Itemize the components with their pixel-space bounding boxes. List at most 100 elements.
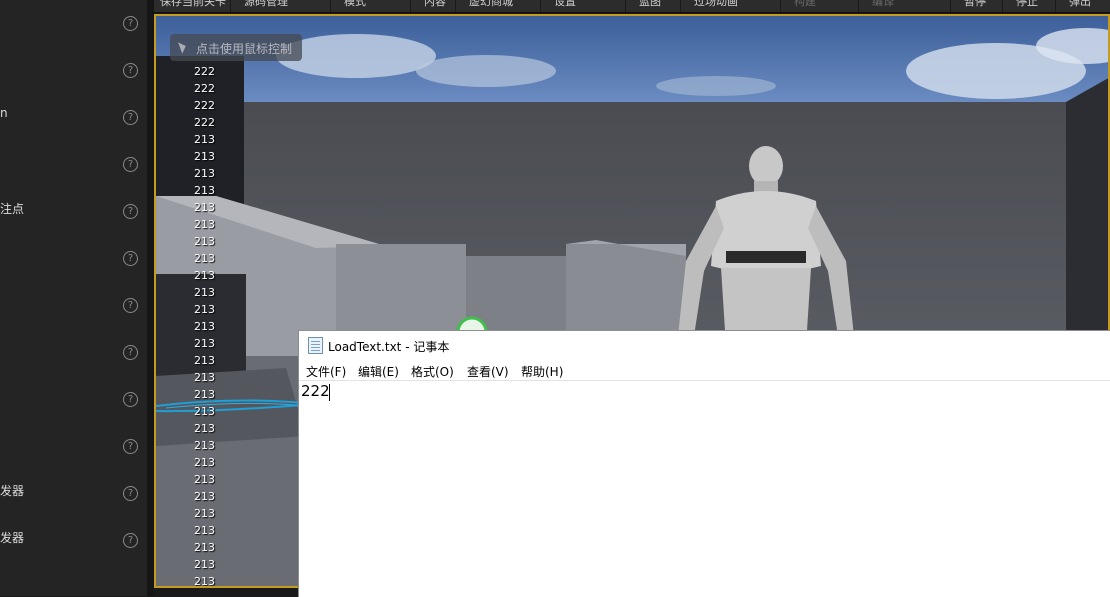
log-line: 213: [194, 507, 215, 520]
notepad-menubar: 文件(F) 编辑(E) 格式(O) 查看(V) 帮助(H): [299, 359, 1110, 381]
log-line: 213: [194, 473, 215, 486]
toolbar-button[interactable]: 蓝图: [639, 0, 661, 10]
log-line: 213: [194, 286, 215, 299]
log-line: 213: [194, 371, 215, 384]
log-line: 222: [194, 99, 215, 112]
help-icon[interactable]: ?: [123, 345, 138, 360]
toolbar-separator: [1002, 0, 1003, 12]
toolbar-separator: [330, 0, 331, 12]
log-line: 213: [194, 201, 215, 214]
help-icon[interactable]: ?: [123, 251, 138, 266]
help-icon[interactable]: ?: [123, 533, 138, 548]
toolbar-separator: [780, 0, 781, 12]
mouse-control-hint[interactable]: 点击使用鼠标控制: [170, 34, 302, 61]
log-line: 213: [194, 524, 215, 537]
details-row-label: n: [0, 106, 8, 120]
help-icon[interactable]: ?: [123, 298, 138, 313]
log-line: 213: [194, 133, 215, 146]
notepad-titlebar[interactable]: LoadText.txt - 记事本: [299, 331, 1110, 359]
details-row-label: 发器: [0, 531, 25, 545]
panel-splitter[interactable]: [147, 0, 154, 596]
menu-help[interactable]: 帮助(H): [521, 363, 563, 380]
help-icon[interactable]: ?: [123, 392, 138, 407]
log-line: 213: [194, 354, 215, 367]
toolbar-button[interactable]: 弹出: [1069, 0, 1091, 10]
menu-format[interactable]: 格式(O): [411, 363, 454, 380]
details-row[interactable]: ?: [0, 235, 147, 282]
log-line: 213: [194, 337, 215, 350]
menu-view[interactable]: 查看(V): [467, 363, 509, 380]
log-line: 213: [194, 405, 215, 418]
help-icon[interactable]: ?: [123, 63, 138, 78]
toolbar-button[interactable]: 源码管理: [244, 0, 288, 10]
log-line: 213: [194, 235, 215, 248]
help-icon[interactable]: ?: [123, 16, 138, 31]
log-line: 213: [194, 269, 215, 282]
log-line: 213: [194, 422, 215, 435]
log-line: 213: [194, 303, 215, 316]
details-row[interactable]: ?: [0, 47, 147, 94]
toolbar-separator: [410, 0, 411, 12]
log-line: 222: [194, 82, 215, 95]
log-line: 213: [194, 184, 215, 197]
details-row[interactable]: ?: [0, 329, 147, 376]
details-panel: ?? n?? 注点?????? 发器? 发器?: [0, 0, 148, 596]
notepad-title: LoadText.txt - 记事本: [328, 340, 450, 354]
help-icon[interactable]: ?: [123, 110, 138, 125]
toolbar-button[interactable]: 停止: [1016, 0, 1038, 10]
toolbar-button[interactable]: 保存当前关卡: [160, 0, 226, 10]
toolbar-separator: [540, 0, 541, 12]
log-line: 213: [194, 320, 215, 333]
log-line: 213: [194, 558, 215, 571]
log-line: 222: [194, 116, 215, 129]
details-row[interactable]: 注点?: [0, 188, 147, 235]
toolbar-separator: [680, 0, 681, 12]
help-icon[interactable]: ?: [123, 439, 138, 454]
menu-edit[interactable]: 编辑(E): [358, 363, 399, 380]
on-screen-log: 222 222 222 222 213 213 213 213 213 213 213 213 213 2…: [194, 63, 234, 588]
cloud: [416, 55, 556, 87]
toolbar-separator: [858, 0, 859, 12]
toolbar-button[interactable]: 设置: [554, 0, 576, 10]
toolbar-separator: [230, 0, 231, 12]
details-row[interactable]: ?: [0, 0, 147, 47]
toolbar-button[interactable]: 模式: [344, 0, 366, 10]
level-editor-toolbar: 保存当前关卡 源码管理 模式 内容 虚幻商城 设置 蓝图 过场动画 构建 编译 暂停 停止 弹出: [154, 0, 1110, 13]
details-row-label: 注点: [0, 202, 25, 216]
help-icon[interactable]: ?: [123, 157, 138, 172]
details-row[interactable]: 发器?: [0, 470, 147, 517]
log-line: 213: [194, 218, 215, 231]
help-icon[interactable]: ?: [123, 204, 138, 219]
log-line: 213: [194, 541, 215, 554]
notepad-window[interactable]: LoadText.txt - 记事本 文件(F) 编辑(E) 格式(O) 查看(…: [298, 330, 1110, 597]
toolbar-button[interactable]: 构建: [794, 0, 816, 10]
toolbar-separator: [455, 0, 456, 12]
notepad-text-area[interactable]: 222: [301, 382, 1107, 594]
toolbar-button[interactable]: 过场动画: [694, 0, 738, 10]
details-row[interactable]: ?: [0, 376, 147, 423]
log-line: 213: [194, 456, 215, 469]
log-line: 222: [194, 65, 215, 78]
log-line: 213: [194, 388, 215, 401]
details-row-label: 发器: [0, 484, 25, 498]
cursor-icon: [178, 40, 188, 54]
log-line: 213: [194, 150, 215, 163]
log-line: 213: [194, 252, 215, 265]
mouse-control-hint-text: 点击使用鼠标控制: [196, 42, 293, 56]
cloud: [656, 76, 776, 96]
details-row[interactable]: 发器?: [0, 517, 147, 564]
toolbar-separator: [1055, 0, 1056, 12]
toolbar-button[interactable]: 暂停: [964, 0, 986, 10]
details-row[interactable]: n?: [0, 94, 147, 141]
menu-file[interactable]: 文件(F): [306, 363, 346, 380]
toolbar-button[interactable]: 虚幻商城: [469, 0, 513, 10]
log-line: 213: [194, 575, 215, 588]
toolbar-button[interactable]: 编译: [872, 0, 894, 10]
log-line: 213: [194, 439, 215, 452]
toolbar-separator: [950, 0, 951, 12]
details-row[interactable]: ?: [0, 282, 147, 329]
details-row[interactable]: ?: [0, 141, 147, 188]
toolbar-button[interactable]: 内容: [424, 0, 446, 10]
details-row[interactable]: ?: [0, 423, 147, 470]
help-icon[interactable]: ?: [123, 486, 138, 501]
